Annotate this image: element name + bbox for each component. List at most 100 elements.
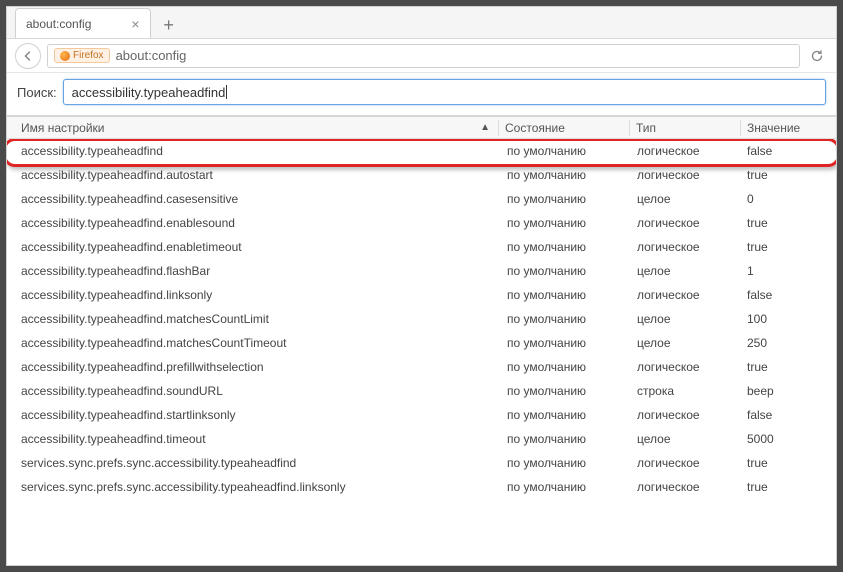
pref-row[interactable]: accessibility.typeaheadfind.soundURLпо у… [7, 379, 836, 403]
pref-type: логическое [631, 288, 741, 302]
pref-name: services.sync.prefs.sync.accessibility.t… [7, 480, 501, 494]
pref-status: по умолчанию [501, 216, 631, 230]
pref-name: accessibility.typeaheadfind.enablesound [7, 216, 501, 230]
pref-value: true [741, 360, 836, 374]
preferences-table-body: accessibility.typeaheadfindпо умолчаниюл… [7, 139, 836, 565]
url-text: about:config [116, 48, 187, 63]
pref-value: 0 [741, 192, 836, 206]
pref-status: по умолчанию [501, 432, 631, 446]
pref-name: accessibility.typeaheadfind.autostart [7, 168, 501, 182]
pref-name: services.sync.prefs.sync.accessibility.t… [7, 456, 501, 470]
column-header-type-label: Тип [636, 121, 656, 135]
pref-type: целое [631, 432, 741, 446]
pref-value: false [741, 144, 836, 158]
pref-row[interactable]: accessibility.typeaheadfindпо умолчаниюл… [7, 139, 836, 163]
pref-row[interactable]: accessibility.typeaheadfind.casesensitiv… [7, 187, 836, 211]
pref-row[interactable]: accessibility.typeaheadfind.startlinkson… [7, 403, 836, 427]
column-header-status[interactable]: Состояние [499, 121, 629, 135]
column-header-value[interactable]: Значение [741, 121, 836, 135]
table-header: Имя настройки ▲ Состояние Тип Значение [7, 117, 836, 139]
pref-row[interactable]: accessibility.typeaheadfind.matchesCount… [7, 307, 836, 331]
close-icon[interactable]: × [131, 16, 139, 32]
pref-row[interactable]: accessibility.typeaheadfind.timeoutпо ум… [7, 427, 836, 451]
pref-row[interactable]: accessibility.typeaheadfind.autostartпо … [7, 163, 836, 187]
pref-name: accessibility.typeaheadfind.matchesCount… [7, 336, 501, 350]
pref-value: 1 [741, 264, 836, 278]
arrow-left-icon [22, 50, 34, 62]
pref-status: по умолчанию [501, 288, 631, 302]
column-header-value-label: Значение [747, 121, 800, 135]
pref-value: true [741, 168, 836, 182]
sort-asc-icon: ▲ [480, 122, 490, 133]
search-row: Поиск: accessibility.typeaheadfind [7, 73, 836, 117]
pref-value: true [741, 240, 836, 254]
pref-name: accessibility.typeaheadfind.prefillwiths… [7, 360, 501, 374]
pref-type: целое [631, 336, 741, 350]
pref-value: beep [741, 384, 836, 398]
pref-status: по умолчанию [501, 408, 631, 422]
column-header-type[interactable]: Тип [630, 121, 740, 135]
pref-type: логическое [631, 408, 741, 422]
pref-status: по умолчанию [501, 192, 631, 206]
nav-toolbar: Firefox about:config [7, 39, 836, 73]
search-input-value: accessibility.typeaheadfind [72, 85, 226, 100]
pref-status: по умолчанию [501, 264, 631, 278]
pref-name: accessibility.typeaheadfind.timeout [7, 432, 501, 446]
pref-name: accessibility.typeaheadfind.startlinkson… [7, 408, 501, 422]
pref-value: true [741, 216, 836, 230]
pref-name: accessibility.typeaheadfind.flashBar [7, 264, 501, 278]
pref-status: по умолчанию [501, 240, 631, 254]
pref-status: по умолчанию [501, 360, 631, 374]
pref-value: 5000 [741, 432, 836, 446]
pref-status: по умолчанию [501, 480, 631, 494]
pref-type: целое [631, 192, 741, 206]
pref-row[interactable]: services.sync.prefs.sync.accessibility.t… [7, 451, 836, 475]
pref-type: строка [631, 384, 741, 398]
pref-status: по умолчанию [501, 384, 631, 398]
reload-icon [810, 49, 824, 63]
pref-row[interactable]: accessibility.typeaheadfind.flashBarпо у… [7, 259, 836, 283]
search-input[interactable]: accessibility.typeaheadfind [63, 79, 826, 105]
pref-name: accessibility.typeaheadfind.soundURL [7, 384, 501, 398]
pref-status: по умолчанию [501, 336, 631, 350]
pref-value: true [741, 456, 836, 470]
back-button[interactable] [15, 43, 41, 69]
pref-name: accessibility.typeaheadfind.matchesCount… [7, 312, 501, 326]
text-cursor [226, 85, 227, 99]
pref-value: 100 [741, 312, 836, 326]
pref-name: accessibility.typeaheadfind.linksonly [7, 288, 501, 302]
pref-type: логическое [631, 360, 741, 374]
search-label: Поиск: [17, 85, 57, 100]
tabstrip: about:config × + [7, 7, 836, 39]
identity-label: Firefox [73, 50, 104, 61]
pref-name: accessibility.typeaheadfind.enabletimeou… [7, 240, 501, 254]
pref-status: по умолчанию [501, 168, 631, 182]
column-header-name[interactable]: Имя настройки ▲ [7, 121, 498, 135]
pref-value: true [741, 480, 836, 494]
pref-row[interactable]: accessibility.typeaheadfind.enabletimeou… [7, 235, 836, 259]
new-tab-button[interactable]: + [155, 12, 183, 38]
pref-type: целое [631, 312, 741, 326]
pref-value: 250 [741, 336, 836, 350]
browser-window: about:config × + Firefox about:config По… [6, 6, 837, 566]
pref-type: целое [631, 264, 741, 278]
pref-type: логическое [631, 480, 741, 494]
pref-row[interactable]: accessibility.typeaheadfind.linksonlyпо … [7, 283, 836, 307]
pref-name: accessibility.typeaheadfind [7, 144, 501, 158]
firefox-icon [60, 51, 70, 61]
pref-row[interactable]: accessibility.typeaheadfind.prefillwiths… [7, 355, 836, 379]
identity-badge[interactable]: Firefox [54, 48, 110, 63]
pref-value: false [741, 408, 836, 422]
pref-type: логическое [631, 240, 741, 254]
pref-name: accessibility.typeaheadfind.casesensitiv… [7, 192, 501, 206]
url-bar[interactable]: Firefox about:config [47, 44, 800, 68]
reload-button[interactable] [806, 45, 828, 67]
pref-row[interactable]: accessibility.typeaheadfind.matchesCount… [7, 331, 836, 355]
pref-row[interactable]: accessibility.typeaheadfind.enablesoundп… [7, 211, 836, 235]
pref-type: логическое [631, 456, 741, 470]
pref-row[interactable]: services.sync.prefs.sync.accessibility.t… [7, 475, 836, 499]
pref-status: по умолчанию [501, 456, 631, 470]
pref-type: логическое [631, 168, 741, 182]
tab-about-config[interactable]: about:config × [15, 8, 151, 38]
pref-value: false [741, 288, 836, 302]
